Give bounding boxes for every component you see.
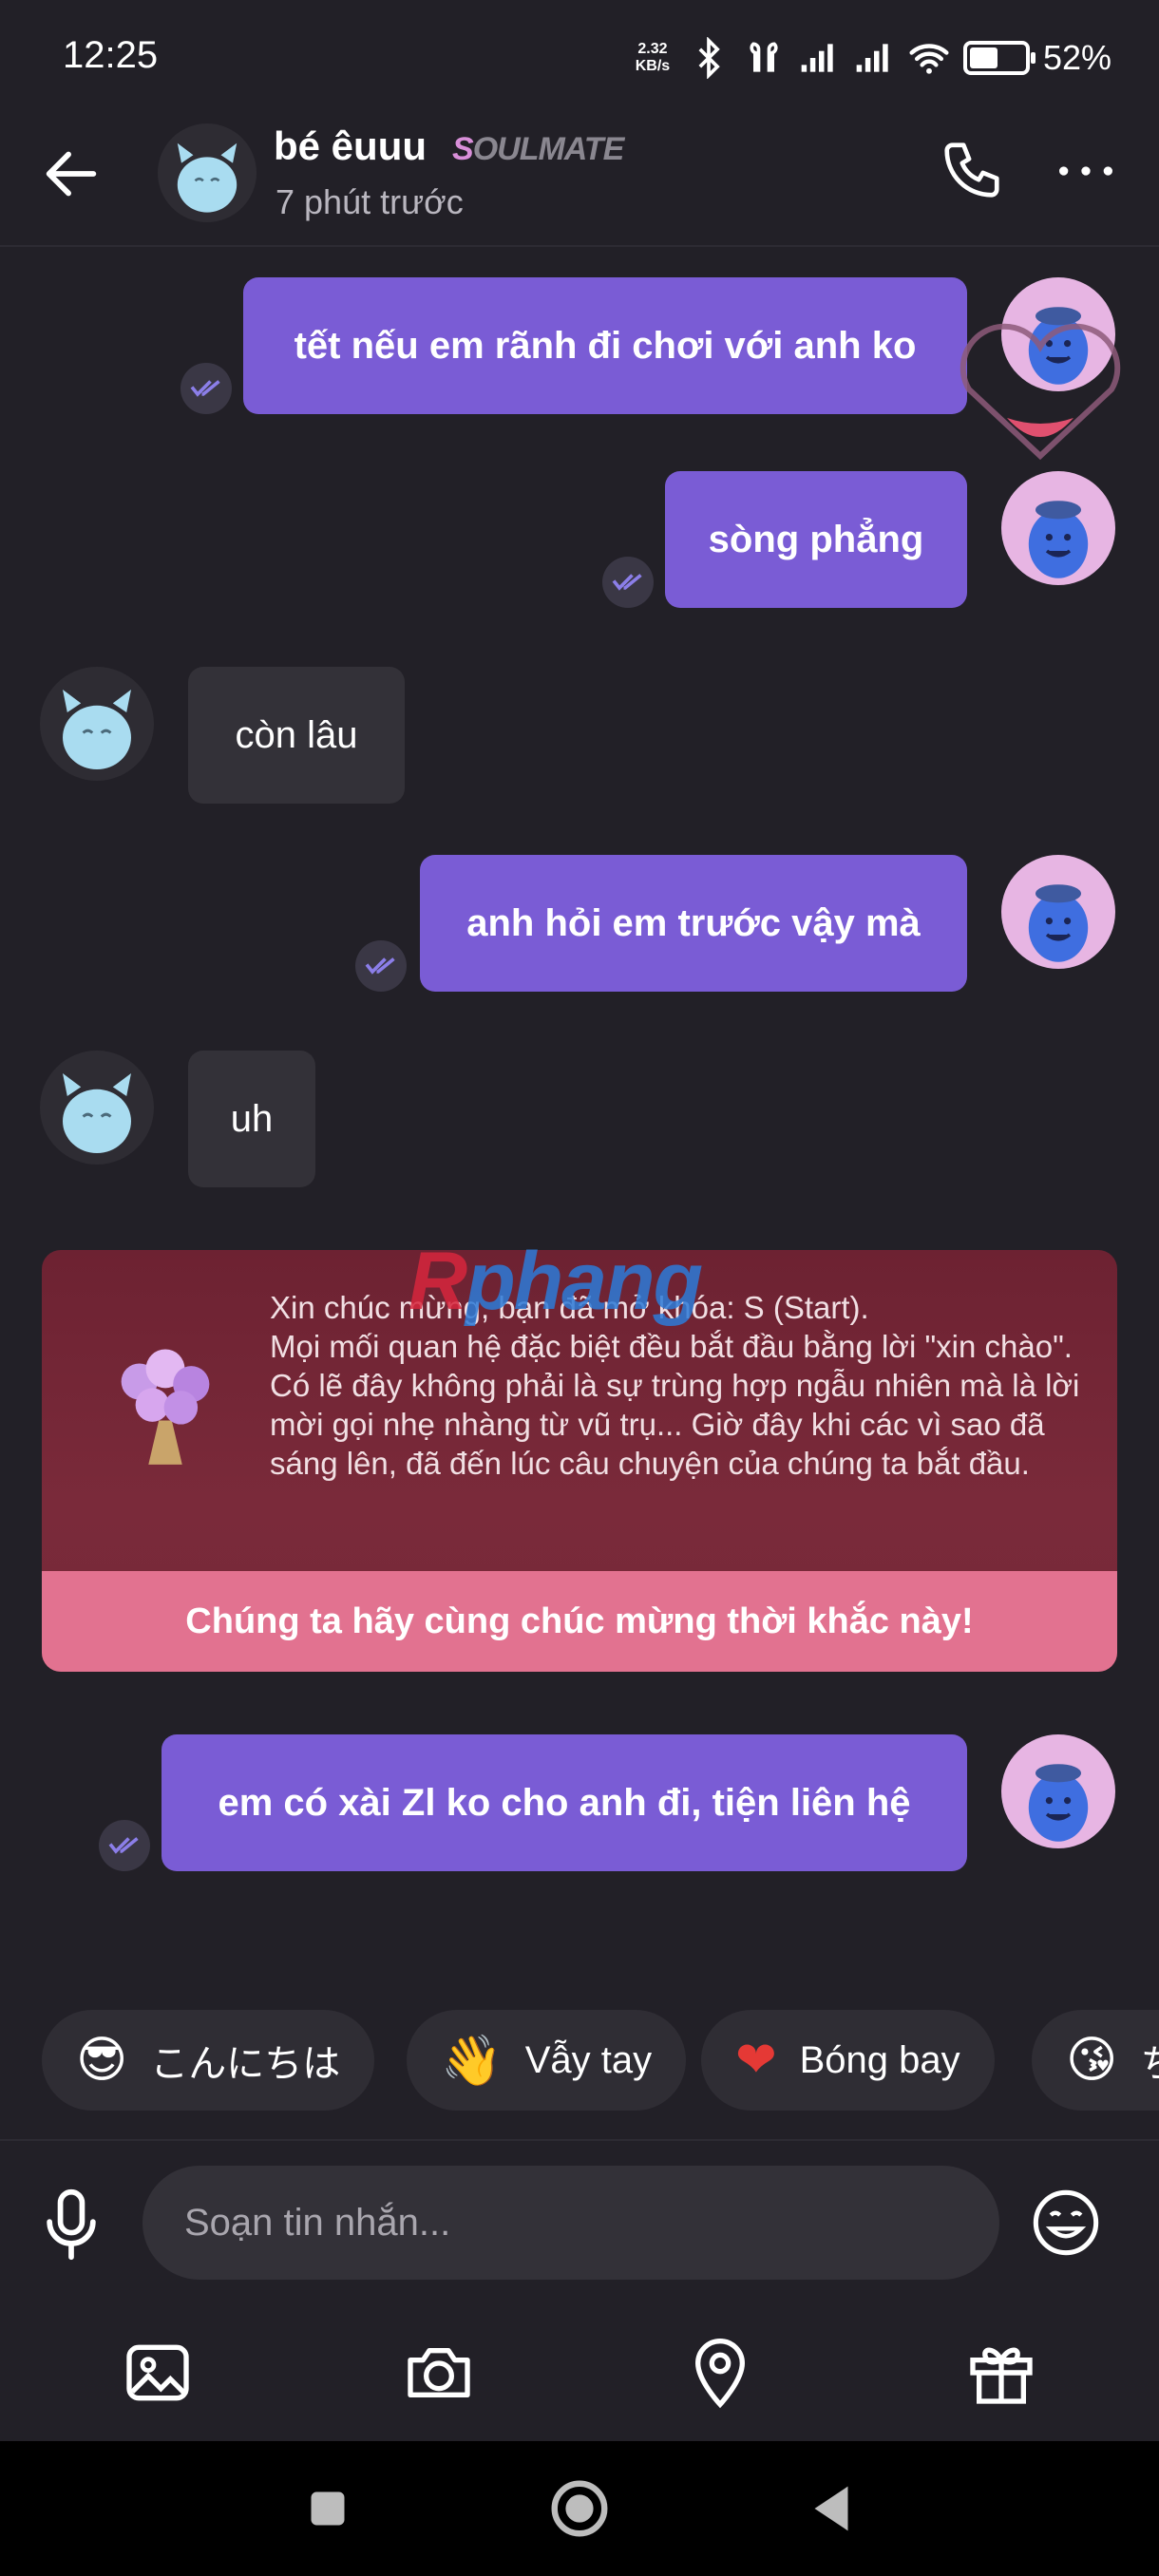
monster-avatar-icon	[1028, 501, 1089, 578]
quick-reply-chip[interactable]: ❤ Bóng bay	[701, 2010, 995, 2111]
my-avatar[interactable]	[1001, 855, 1115, 969]
waving-hand-emoji-icon: 👋	[441, 2032, 503, 2090]
contact-name: bé êuuu	[274, 123, 428, 168]
phone-icon[interactable]	[939, 137, 1005, 203]
microphone-icon[interactable]	[38, 2187, 104, 2263]
wifi-icon	[909, 44, 949, 74]
back-arrow-icon[interactable]	[38, 141, 104, 207]
network-speed: 2.32 KB/s	[635, 41, 671, 74]
last-seen: 7 phút trước	[276, 182, 464, 221]
read-receipt-icon	[355, 940, 407, 992]
status-icons: 2.32 KB/s 52%	[631, 34, 1112, 82]
quick-reply-chip[interactable]: 👋 Vẫy tay	[407, 2010, 687, 2111]
signal-2-icon	[856, 44, 888, 72]
cat-avatar-icon	[63, 1073, 131, 1153]
my-avatar[interactable]	[1001, 471, 1115, 585]
bluetooth-icon	[698, 37, 720, 79]
chip-label: こんにちは	[150, 2043, 341, 2085]
message-bubble-outgoing[interactable]: tết nếu em rãnh đi chơi với anh ko	[243, 277, 967, 414]
contact-avatar[interactable]	[158, 123, 256, 222]
chip-label: Vẫy tay	[524, 2038, 653, 2081]
heart-frame-icon	[960, 323, 1121, 461]
message-bubble-incoming[interactable]: uh	[188, 1051, 315, 1187]
earbuds-icon	[750, 42, 778, 72]
celebrate-button[interactable]: Chúng ta hãy cùng chúc mừng thời khắc nà…	[42, 1571, 1117, 1672]
back-icon[interactable]	[798, 2475, 864, 2542]
status-time: 12:25	[63, 34, 159, 76]
camera-icon[interactable]	[401, 2335, 477, 2411]
read-receipt-icon	[180, 363, 232, 414]
gift-icon[interactable]	[963, 2335, 1039, 2411]
system-nav-bar	[0, 2441, 1159, 2576]
chip-label: ち	[1140, 2033, 1159, 2088]
chat-header: bé êuuu SOULMATE 7 phút trước	[0, 114, 1159, 247]
message-bubble-outgoing[interactable]: sòng phẳng	[665, 471, 967, 608]
watermark: Rphang	[408, 1236, 703, 1327]
location-icon[interactable]	[682, 2335, 758, 2411]
cat-avatar-icon	[177, 142, 238, 213]
my-avatar[interactable]	[1001, 1734, 1115, 1848]
message-input[interactable]	[142, 2166, 999, 2280]
bouquet-icon	[121, 1349, 210, 1465]
contact-avatar[interactable]	[40, 667, 154, 781]
recents-icon[interactable]	[294, 2475, 361, 2542]
battery-percent: 52%	[1042, 38, 1112, 77]
monster-avatar-icon	[1028, 1764, 1089, 1842]
status-bar: 12:25 2.32 KB/s 52%	[0, 0, 1159, 114]
quick-reply-chip[interactable]: 😎 こんにちは	[42, 2010, 375, 2111]
more-options-icon[interactable]	[1053, 142, 1119, 199]
chip-label: Bóng bay	[799, 2038, 960, 2081]
read-receipt-icon	[99, 1820, 150, 1871]
heart-emoji-icon: ❤	[735, 2032, 777, 2089]
kiss-emoji-icon: 😘	[1066, 2032, 1118, 2089]
soulmate-badge: SOULMATE	[452, 131, 624, 167]
cat-avatar-icon	[63, 690, 131, 769]
composer	[0, 2139, 1159, 2302]
home-icon[interactable]	[546, 2475, 613, 2542]
quick-reply-chip[interactable]: 😘 ち	[1032, 2010, 1159, 2111]
monster-avatar-icon	[1028, 884, 1089, 962]
battery-icon	[962, 41, 1036, 75]
image-icon[interactable]	[120, 2335, 196, 2411]
sunglasses-emoji-icon: 😎	[76, 2032, 128, 2089]
message-bubble-incoming[interactable]: còn lâu	[188, 667, 405, 804]
message-bubble-outgoing[interactable]: anh hỏi em trước vậy mà	[420, 855, 967, 992]
read-receipt-icon	[602, 557, 654, 608]
contact-avatar[interactable]	[40, 1051, 154, 1165]
emoji-icon[interactable]	[1030, 2187, 1102, 2259]
signal-icon	[801, 44, 833, 72]
message-bubble-outgoing[interactable]: em có xài Zl ko cho anh đi, tiện liên hệ	[162, 1734, 967, 1871]
